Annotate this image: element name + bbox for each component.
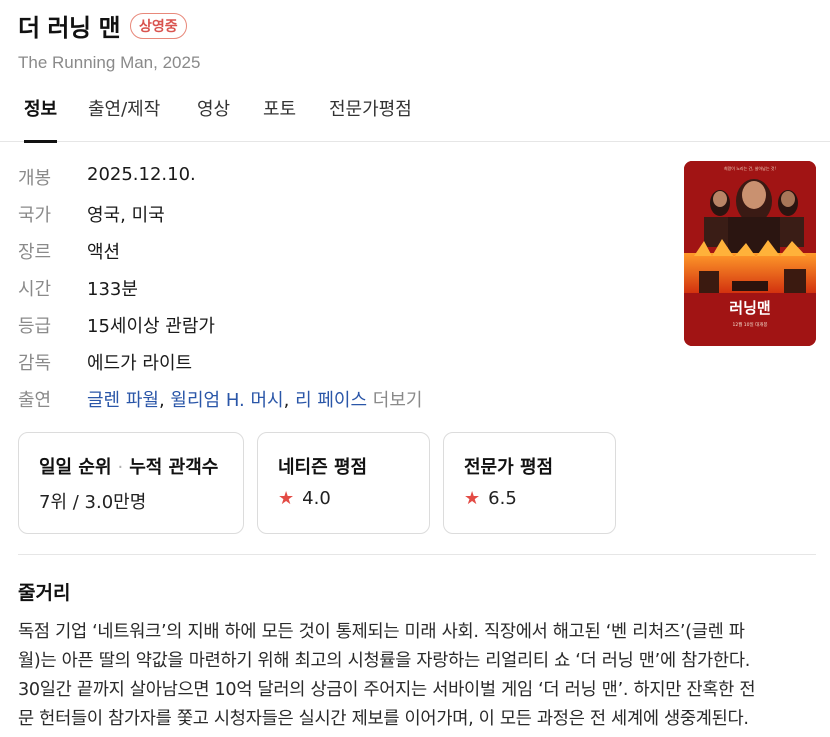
ranking-audience-value: 7위 / 3.0만명 xyxy=(39,492,147,513)
movie-title: 더 러닝 맨 xyxy=(18,14,121,42)
director-link[interactable]: 에드가 라이트 xyxy=(87,349,192,375)
runtime-value: 133분 xyxy=(87,279,138,300)
genre-value: 액션 xyxy=(87,242,121,263)
release-date: 2025.12.10. xyxy=(87,164,196,185)
cast-link[interactable]: 글렌 파월 xyxy=(87,390,159,411)
synopsis-line: 30일간 끝까지 살아남으면 10억 달러의 상금이 주어지는 서바이벌 게임 … xyxy=(18,680,756,700)
star-icon: ★ xyxy=(278,488,295,509)
critic-rating: ★ 6.5 xyxy=(464,488,517,509)
cast-list: 글렌 파월, 윌리엄 H. 머시, 리 페이스 더보기 xyxy=(87,386,422,412)
star-icon: ★ xyxy=(464,488,481,509)
tab-info[interactable]: 정보 xyxy=(24,86,58,143)
daily-rank-label: 일일 순위 xyxy=(39,457,112,478)
cast-separator: , xyxy=(158,390,171,411)
critic-rating-title: 전문가 평점 xyxy=(464,457,554,478)
movie-poster[interactable]: 희망이 노리는 건, 살아남는 것! 러닝맨 12월 10일 대개봉 xyxy=(684,161,816,346)
poster-release: 12월 10일 대개봉 xyxy=(732,321,767,328)
tab-cast-crew[interactable]: 출연/제작 xyxy=(88,86,160,142)
cast-separator: , xyxy=(283,390,296,411)
synopsis-line: 독점 기업 ‘네트워크’의 지배 하에 모든 것이 통제되는 미래 사회. 직장… xyxy=(18,622,745,642)
movie-info-page: 더 러닝 맨 상영중 The Running Man, 2025 정보 출연/제… xyxy=(0,0,830,737)
movie-header: 더 러닝 맨 상영중 The Running Man, 2025 xyxy=(18,8,200,73)
netizen-rating-card[interactable]: 네티즌 평점 ★ 4.0 xyxy=(257,432,430,534)
synopsis-line: 문 헌터들이 참가자를 쫓고 시청자들은 실시간 제보를 이어가며, 이 모든 … xyxy=(18,709,749,729)
ranking-card-title: 일일 순위 · 누적 관객수 xyxy=(39,453,218,479)
now-showing-badge: 상영중 xyxy=(130,12,187,39)
section-divider xyxy=(18,554,816,555)
netizen-rating-title: 네티즌 평점 xyxy=(278,457,368,478)
info-label: 감독 xyxy=(18,353,52,374)
info-label: 장르 xyxy=(18,242,52,263)
age-rating-value: 15세이상 관람가 xyxy=(87,316,215,337)
poster-title: 러닝맨 xyxy=(729,299,770,317)
info-label: 국가 xyxy=(18,205,52,226)
info-label: 출연 xyxy=(18,390,52,411)
title-separator-dot: · xyxy=(117,457,124,478)
critic-rating-card[interactable]: 전문가 평점 ★ 6.5 xyxy=(443,432,616,534)
poster-tagline: 희망이 노리는 건, 살아남는 것! xyxy=(724,165,776,171)
tab-photo[interactable]: 포토 xyxy=(263,86,296,142)
poster-artwork: 희망이 노리는 건, 살아남는 것! 러닝맨 12월 10일 대개봉 xyxy=(684,161,816,346)
tab-bar: 정보 출연/제작 영상 포토 전문가평점 xyxy=(0,86,830,143)
critic-rating-value: 6.5 xyxy=(488,488,517,509)
info-label: 등급 xyxy=(18,316,52,337)
info-label: 개봉 xyxy=(18,168,52,189)
cast-link[interactable]: 윌리엄 H. 머시 xyxy=(170,390,283,411)
ranking-audience-card[interactable]: 일일 순위 · 누적 관객수 7위 / 3.0만명 xyxy=(18,432,244,534)
tab-critic-reviews[interactable]: 전문가평점 xyxy=(329,86,412,142)
netizen-rating: ★ 4.0 xyxy=(278,488,331,509)
cast-link[interactable]: 리 페이스 xyxy=(295,390,367,411)
movie-subtitle: The Running Man, 2025 xyxy=(18,53,201,72)
cast-more-link[interactable]: 더보기 xyxy=(373,390,423,411)
info-label: 시간 xyxy=(18,279,52,300)
country-value: 영국, 미국 xyxy=(87,205,165,226)
netizen-rating-value: 4.0 xyxy=(302,488,331,509)
synopsis-title: 줄거리 xyxy=(18,582,71,604)
synopsis-line: 월)는 아픈 딸의 약값을 마련하기 위해 최고의 시청률을 자랑하는 리얼리티… xyxy=(18,651,750,671)
tab-video[interactable]: 영상 xyxy=(197,86,230,142)
synopsis-text: 독점 기업 ‘네트워크’의 지배 하에 모든 것이 통제되는 미래 사회. 직장… xyxy=(18,618,818,734)
cumulative-audience-label: 누적 관객수 xyxy=(129,457,219,478)
